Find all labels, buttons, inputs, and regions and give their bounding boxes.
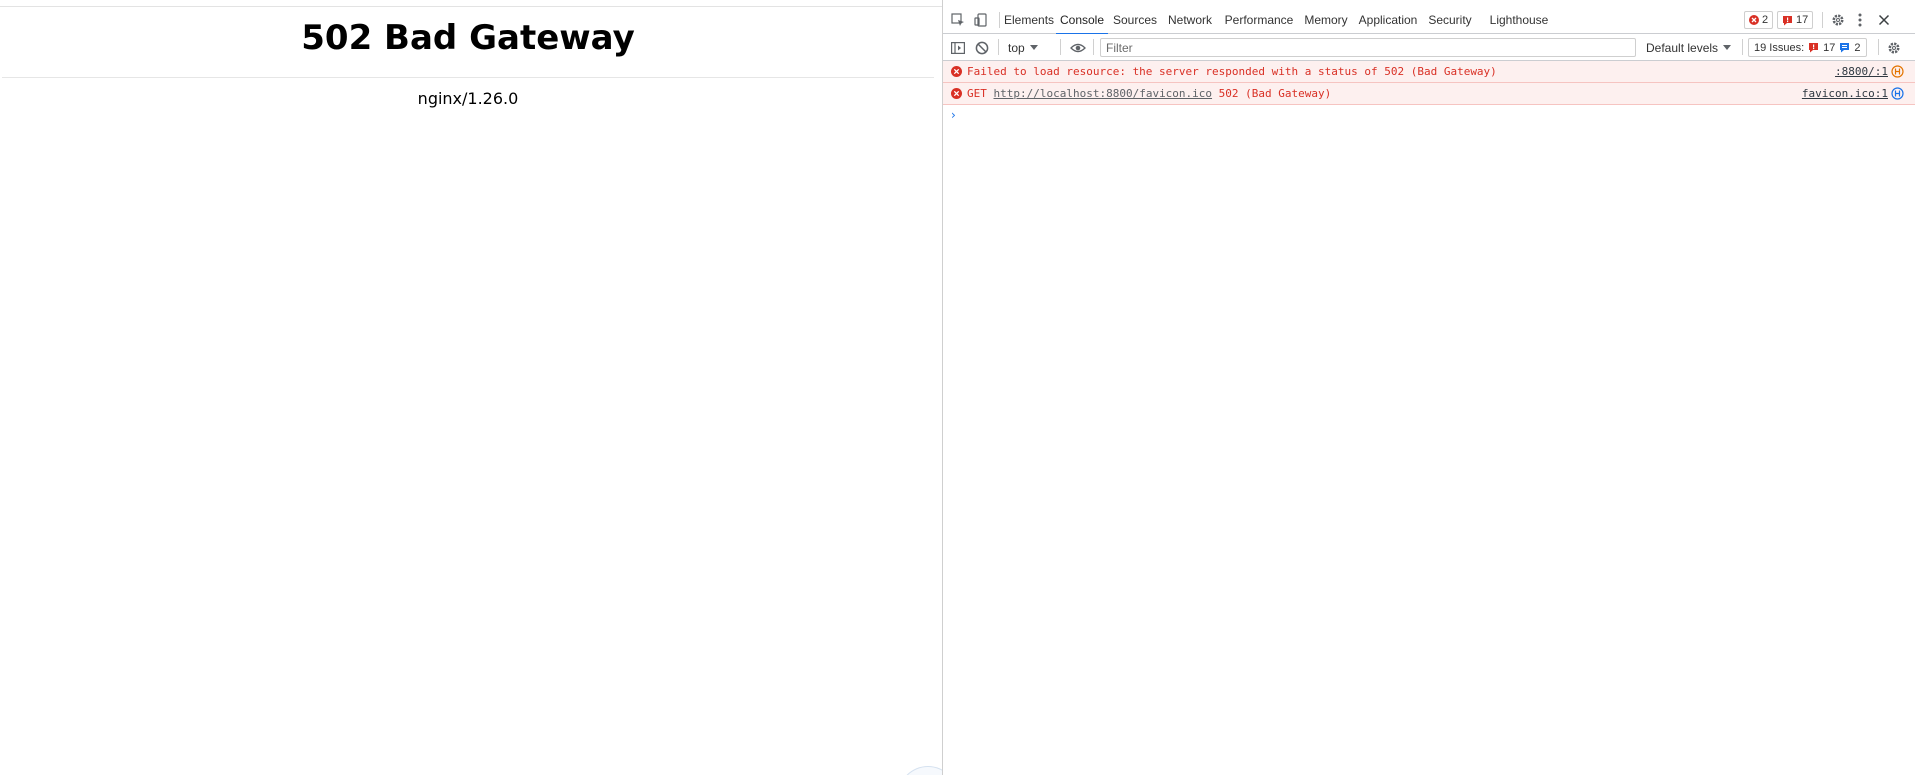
tabbar-separator xyxy=(1822,12,1823,28)
tab-security[interactable]: Security xyxy=(1427,6,1473,34)
live-expression-icon[interactable] xyxy=(1067,37,1089,58)
console-settings-gear-icon[interactable] xyxy=(1883,37,1905,58)
devtools-tab-bar: Elements Console Sources Network Perform… xyxy=(943,6,1915,35)
tab-lighthouse[interactable]: Lighthouse xyxy=(1488,6,1550,34)
error-icon xyxy=(951,88,962,99)
tabbar-separator xyxy=(999,12,1000,28)
console-sidebar-icon[interactable] xyxy=(947,37,969,58)
inspect-element-icon[interactable] xyxy=(947,9,969,31)
console-prompt[interactable]: › xyxy=(943,105,1915,125)
tab-network[interactable]: Network xyxy=(1165,6,1215,34)
console-toolbar: top Default levels 19 Issues: 17 2 xyxy=(943,34,1915,61)
levels-value: Default levels xyxy=(1646,40,1719,55)
toolbar-separator xyxy=(998,39,999,55)
console-messages: Failed to load resource: the server resp… xyxy=(943,61,1915,125)
warning-count-badge[interactable]: 17 xyxy=(1777,11,1814,29)
device-toolbar-icon[interactable] xyxy=(970,9,992,31)
settings-gear-icon[interactable] xyxy=(1827,9,1849,31)
issue-flag-icon xyxy=(1809,43,1819,53)
message-source-link[interactable]: :8800/:1 xyxy=(1835,61,1888,83)
page-divider xyxy=(2,77,934,78)
issue-flag-icon xyxy=(1783,15,1792,25)
request-method: GET xyxy=(967,87,987,100)
tab-sources[interactable]: Sources xyxy=(1111,6,1159,34)
chevron-down-icon xyxy=(1029,44,1038,50)
viewport-top-border xyxy=(0,6,942,7)
error-icon xyxy=(951,66,962,77)
error-message-text: Failed to load resource: the server resp… xyxy=(967,65,1497,78)
error-count-badge[interactable]: 2 xyxy=(1744,11,1774,29)
tab-memory[interactable]: Memory xyxy=(1302,6,1350,34)
message-source-link[interactable]: favicon.ico:1 xyxy=(1802,83,1888,105)
log-levels-dropdown[interactable]: Default levels xyxy=(1646,38,1732,57)
devtools-panel: Elements Console Sources Network Perform… xyxy=(942,0,1915,775)
error-message-text: GET http://localhost:8800/favicon.ico 50… xyxy=(967,83,1331,105)
warning-count: 17 xyxy=(1796,14,1809,26)
request-status: 502 (Bad Gateway) xyxy=(1218,87,1332,100)
console-error-message[interactable]: GET http://localhost:8800/favicon.ico 50… xyxy=(943,83,1915,105)
issues-label: 19 Issues: xyxy=(1754,41,1805,54)
issues-warning-count: 17 xyxy=(1823,41,1836,54)
chevron-down-icon xyxy=(1723,44,1732,50)
request-url-link[interactable]: http://localhost:8800/favicon.ico xyxy=(994,87,1213,100)
toolbar-separator xyxy=(1060,39,1061,55)
toolbar-separator xyxy=(1878,39,1879,55)
page-title: 502 Bad Gateway xyxy=(301,18,635,58)
network-request-icon[interactable] xyxy=(1891,87,1904,100)
close-icon[interactable] xyxy=(1873,9,1895,31)
error-icon xyxy=(1749,15,1759,25)
clear-console-icon[interactable] xyxy=(971,37,993,58)
toolbar-separator xyxy=(1093,39,1094,55)
more-options-icon[interactable] xyxy=(1850,9,1870,31)
issues-button[interactable]: 19 Issues: 17 2 xyxy=(1748,38,1867,57)
tab-elements[interactable]: Elements xyxy=(1004,6,1054,34)
network-request-icon[interactable] xyxy=(1891,65,1904,78)
console-error-message[interactable]: Failed to load resource: the server resp… xyxy=(943,61,1915,83)
server-signature: nginx/1.26.0 xyxy=(417,89,519,108)
error-count: 2 xyxy=(1762,14,1769,26)
page-viewport: 502 Bad Gateway nginx/1.26.0 xyxy=(0,0,942,775)
prompt-chevron-icon: › xyxy=(951,108,956,122)
toolbar-separator xyxy=(1742,39,1743,55)
console-filter-input[interactable] xyxy=(1100,38,1636,57)
info-message-icon xyxy=(1840,43,1850,53)
tab-performance[interactable]: Performance xyxy=(1224,6,1294,34)
tab-application[interactable]: Application xyxy=(1356,6,1420,34)
tab-console[interactable]: Console xyxy=(1056,6,1108,35)
floating-widget-edge xyxy=(898,766,942,775)
context-value: top xyxy=(1008,40,1025,55)
context-selector[interactable]: top xyxy=(1008,38,1038,57)
issues-info-count: 2 xyxy=(1854,41,1861,54)
